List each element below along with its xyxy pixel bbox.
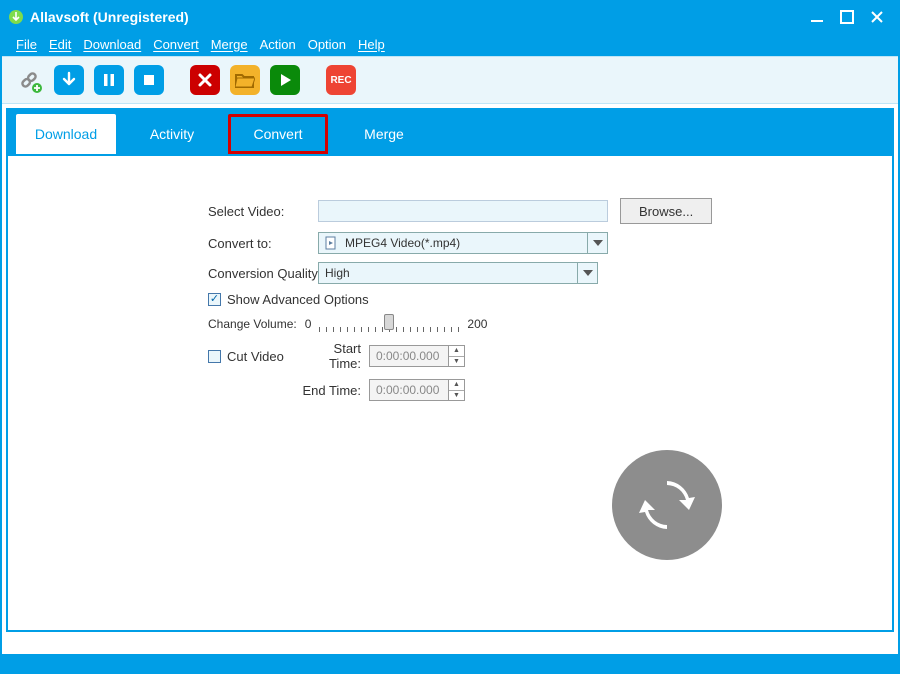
open-folder-button[interactable]	[230, 65, 260, 95]
quality-value: High	[325, 266, 350, 280]
browse-button-label: Browse...	[639, 204, 693, 219]
paste-url-button[interactable]	[14, 65, 44, 95]
convert-to-value: MPEG4 Video(*.mp4)	[345, 236, 460, 250]
menu-edit[interactable]: Edit	[49, 37, 71, 52]
volume-max-label: 200	[467, 317, 487, 331]
tab-activity-label: Activity	[150, 126, 194, 142]
volume-min-label: 0	[305, 317, 312, 331]
title-bar: Allavsoft (Unregistered)	[2, 2, 898, 32]
convert-to-combo[interactable]: MPEG4 Video(*.mp4)	[318, 232, 608, 254]
record-label: REC	[330, 75, 351, 86]
tab-convert[interactable]: Convert	[228, 114, 328, 154]
start-time-spinner[interactable]: ▲▼	[449, 345, 465, 367]
play-button[interactable]	[270, 65, 300, 95]
app-logo-icon	[8, 9, 24, 25]
advanced-label: Show Advanced Options	[227, 292, 369, 307]
status-bar	[2, 654, 898, 672]
menu-help[interactable]: Help	[358, 37, 385, 52]
end-time-value: 0:00:00.000	[376, 383, 439, 397]
download-button[interactable]	[54, 65, 84, 95]
start-time-label: Start Time:	[299, 341, 369, 371]
dropdown-caret-icon	[577, 263, 597, 283]
tab-strip: Download Activity Convert Merge	[6, 108, 894, 154]
menu-file[interactable]: File	[16, 37, 37, 52]
browse-button[interactable]: Browse...	[620, 198, 712, 224]
minimize-button[interactable]	[802, 7, 832, 27]
menu-option[interactable]: Option	[308, 37, 346, 52]
tab-merge-label: Merge	[364, 126, 404, 142]
video-file-icon	[325, 236, 339, 250]
select-video-label: Select Video:	[208, 204, 318, 219]
convert-to-label: Convert to:	[208, 236, 318, 251]
convert-form: Select Video: Browse... Convert to: MP	[208, 198, 768, 409]
start-time-field[interactable]: 0:00:00.000	[369, 345, 449, 367]
window-title: Allavsoft (Unregistered)	[30, 9, 189, 25]
end-time-spinner[interactable]: ▲▼	[449, 379, 465, 401]
refresh-arrows-icon	[637, 475, 697, 535]
start-time-value: 0:00:00.000	[376, 349, 439, 363]
stop-button[interactable]	[134, 65, 164, 95]
toolbar: REC	[2, 56, 898, 104]
menu-bar: File Edit Download Convert Merge Action …	[2, 32, 898, 56]
tab-merge[interactable]: Merge	[334, 114, 434, 154]
advanced-checkbox[interactable]: ✓	[208, 293, 221, 306]
app-window: Allavsoft (Unregistered) File Edit Downl…	[0, 0, 900, 674]
quality-combo[interactable]: High	[318, 262, 598, 284]
select-video-field[interactable]	[318, 200, 608, 222]
menu-convert[interactable]: Convert	[153, 37, 199, 52]
dropdown-caret-icon	[587, 233, 607, 253]
tab-content: Select Video: Browse... Convert to: MP	[6, 154, 894, 632]
content-area: Download Activity Convert Merge Select V…	[2, 104, 898, 654]
tab-download-label: Download	[35, 126, 97, 142]
convert-action-button[interactable]	[612, 450, 722, 560]
volume-slider[interactable]	[319, 315, 459, 333]
end-time-label: End Time:	[299, 383, 369, 398]
tab-convert-label: Convert	[253, 126, 302, 142]
quality-label: Conversion Quality:	[208, 266, 328, 281]
maximize-button[interactable]	[832, 7, 862, 27]
cut-video-checkbox[interactable]: ✓	[208, 350, 221, 363]
menu-download[interactable]: Download	[83, 37, 141, 52]
delete-button[interactable]	[190, 65, 220, 95]
tab-activity[interactable]: Activity	[122, 114, 222, 154]
end-time-field[interactable]: 0:00:00.000	[369, 379, 449, 401]
cut-video-label: Cut Video	[227, 349, 299, 364]
record-button[interactable]: REC	[326, 65, 356, 95]
tab-download[interactable]: Download	[16, 114, 116, 154]
slider-thumb-icon[interactable]	[384, 314, 394, 330]
close-button[interactable]	[862, 7, 892, 27]
pause-button[interactable]	[94, 65, 124, 95]
change-volume-label: Change Volume:	[208, 317, 297, 331]
menu-merge[interactable]: Merge	[211, 37, 248, 52]
menu-action[interactable]: Action	[260, 37, 296, 52]
